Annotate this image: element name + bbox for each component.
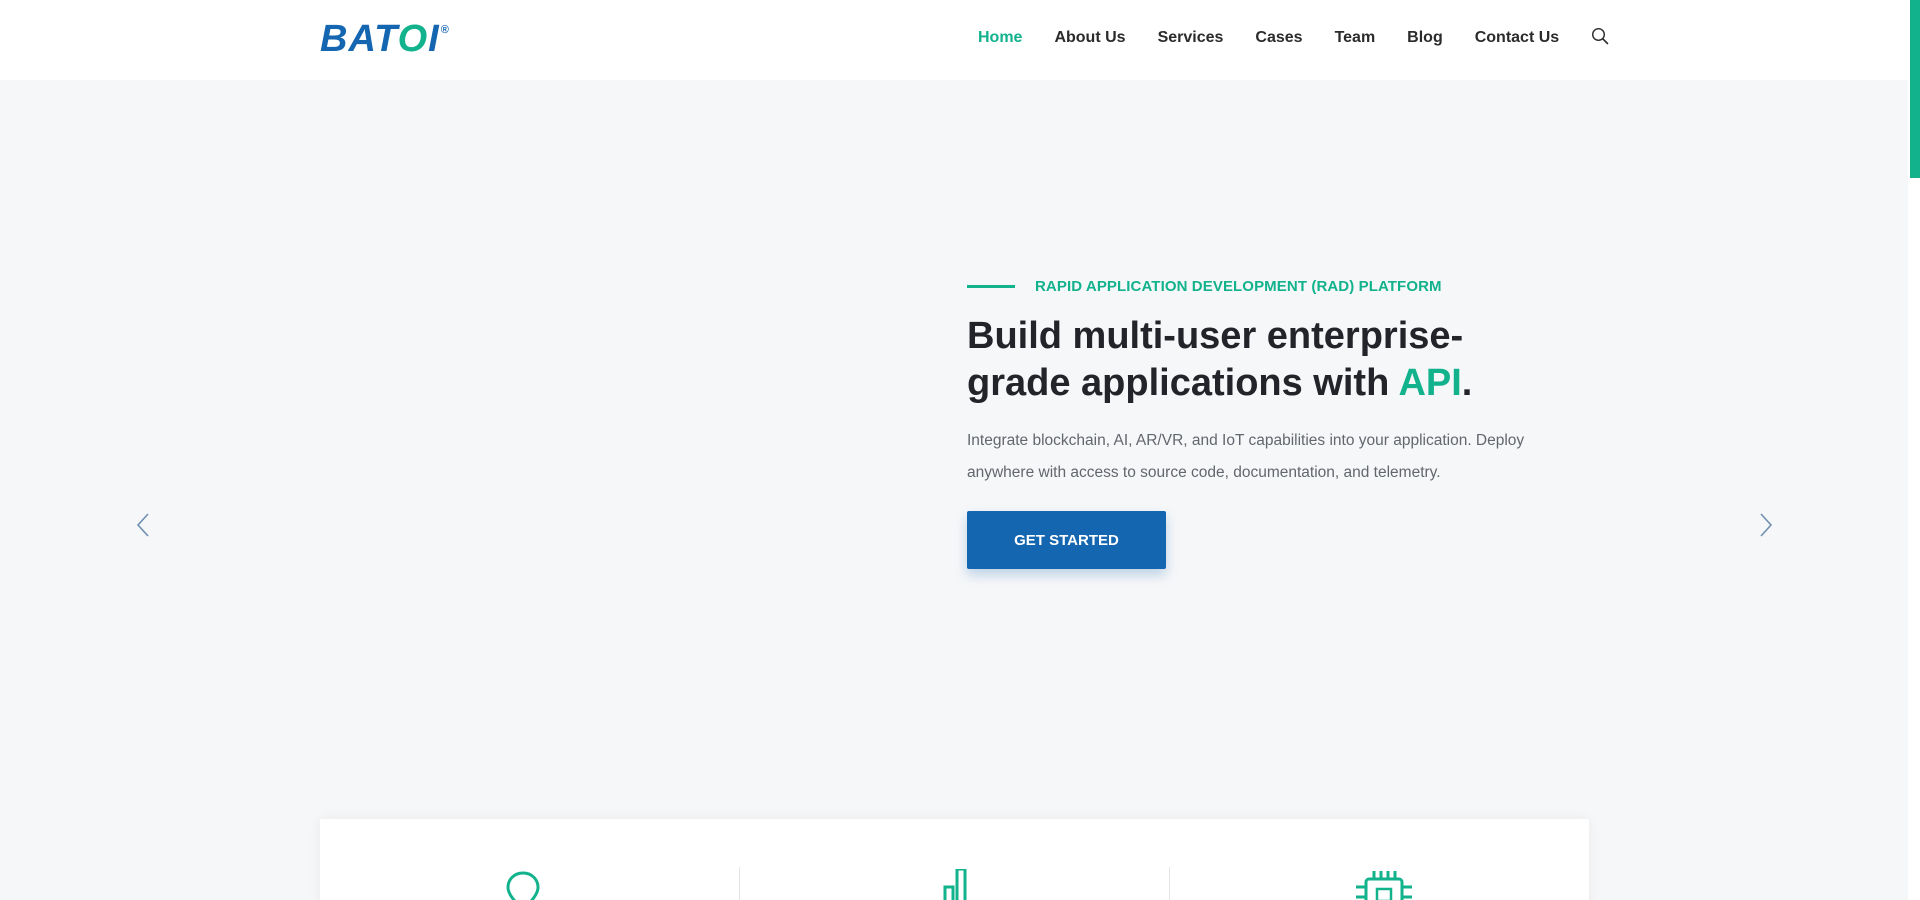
chip-icon	[1350, 869, 1418, 900]
nav-item-team[interactable]: Team	[1335, 29, 1376, 47]
nav-item-home[interactable]: Home	[978, 29, 1022, 47]
chevron-left-icon[interactable]	[133, 510, 153, 540]
location-pin-icon	[502, 869, 544, 900]
features-panel	[320, 819, 1589, 900]
main-nav: Home About Us Services Cases Team Blog C…	[978, 27, 1611, 49]
scrollbar-thumb[interactable]	[1910, 0, 1920, 178]
features-divider	[1169, 867, 1170, 900]
nav-item-cases[interactable]: Cases	[1255, 29, 1302, 47]
site-header: BATOI ® Home About Us Services Cases Tea…	[0, 0, 1908, 80]
chevron-right-icon[interactable]	[1756, 510, 1776, 540]
bar-chart-icon	[937, 867, 983, 900]
hero-headline: Build multi-user enterprise-grade applic…	[967, 315, 1473, 404]
eyebrow-line	[967, 285, 1015, 288]
get-started-button[interactable]: GET STARTED	[967, 511, 1166, 569]
search-icon[interactable]	[1591, 27, 1611, 49]
page-scrollbar[interactable]	[1908, 0, 1920, 900]
nav-item-contact-us[interactable]: Contact Us	[1475, 29, 1559, 47]
logo[interactable]: BATOI ®	[320, 18, 449, 60]
hero-eyebrow: RAPID APPLICATION DEVELOPMENT (RAD) PLAT…	[967, 278, 1567, 295]
features-divider	[739, 867, 740, 900]
headline-accent: API	[1398, 362, 1462, 404]
nav-item-about-us[interactable]: About Us	[1054, 29, 1125, 47]
hero-slider	[0, 80, 1908, 900]
logo-registered-mark: ®	[440, 24, 449, 36]
eyebrow-text: RAPID APPLICATION DEVELOPMENT (RAD) PLAT…	[1035, 278, 1442, 295]
nav-item-services[interactable]: Services	[1158, 29, 1224, 47]
hero-content: RAPID APPLICATION DEVELOPMENT (RAD) PLAT…	[967, 278, 1567, 569]
nav-item-blog[interactable]: Blog	[1407, 29, 1443, 47]
hero-description: Integrate blockchain, AI, AR/VR, and IoT…	[967, 432, 1525, 481]
logo-wordmark: BATOI	[320, 18, 440, 60]
